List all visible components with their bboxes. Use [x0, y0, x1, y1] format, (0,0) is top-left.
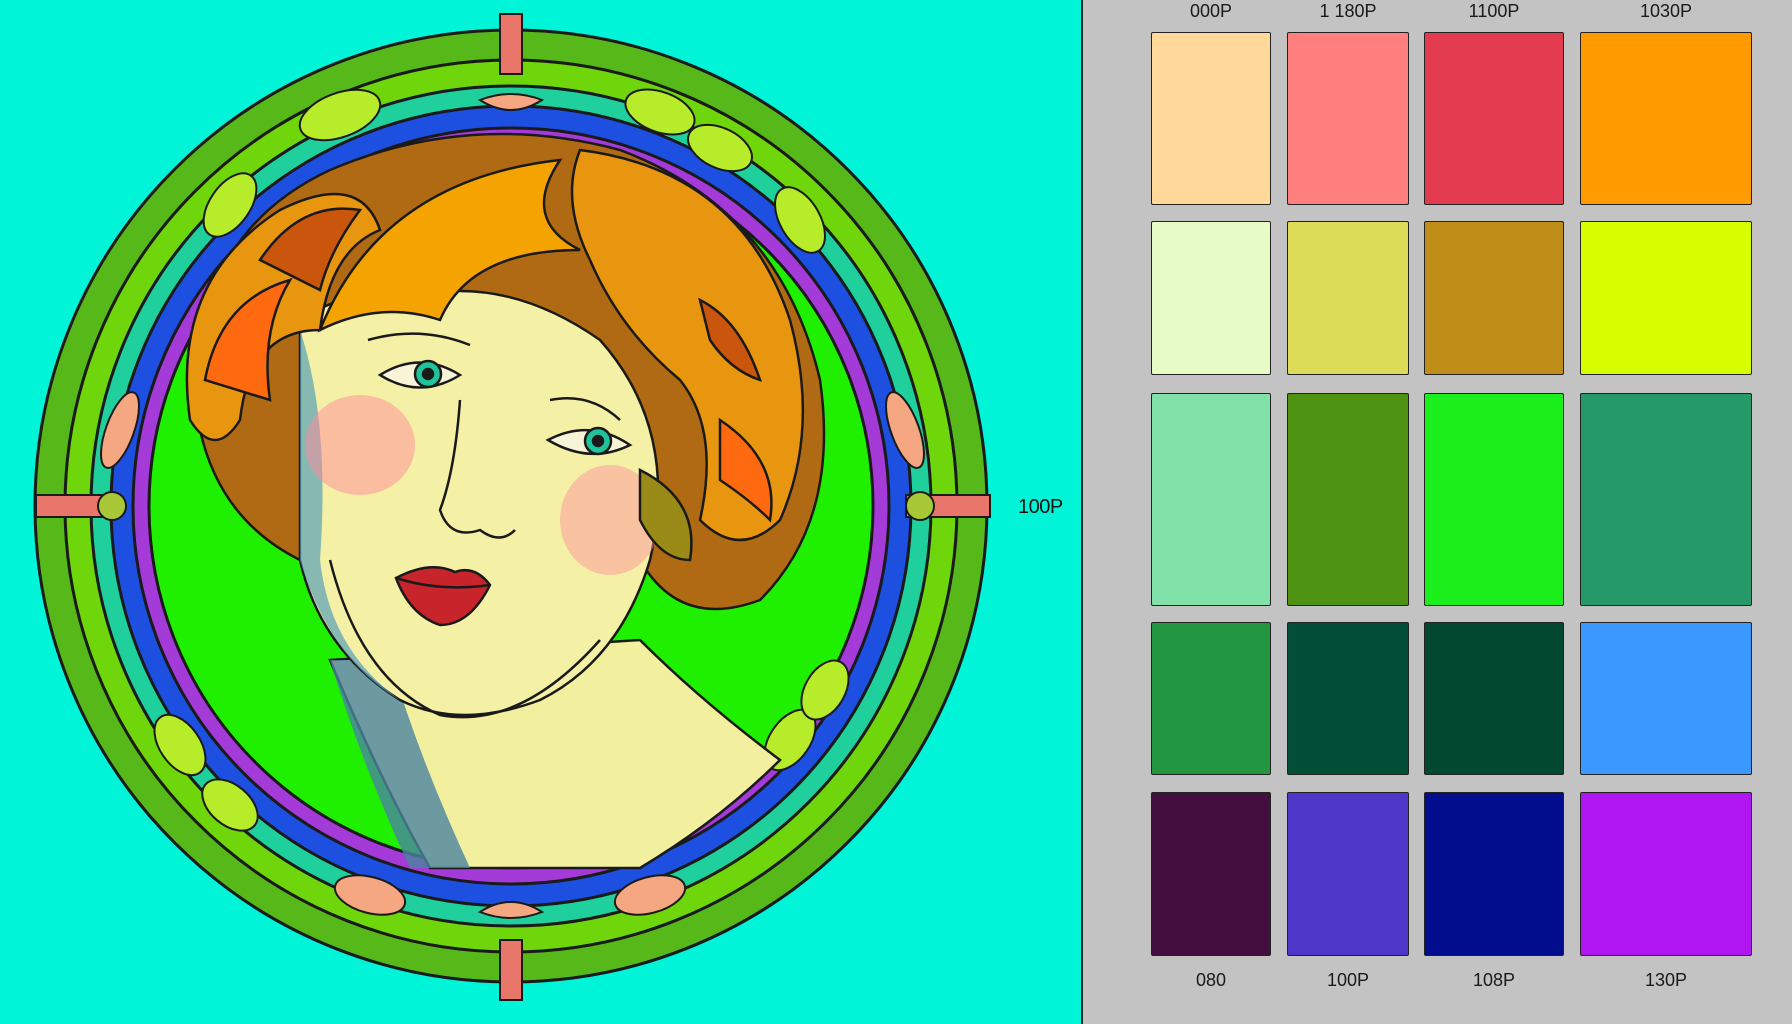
- column-label-bottom: 080: [1195, 970, 1227, 990]
- column-label-top: 000P: [1189, 1, 1233, 21]
- color-swatch[interactable]: [1580, 32, 1752, 205]
- color-swatch[interactable]: [1151, 622, 1271, 775]
- column-label-bottom: 108P: [1472, 970, 1516, 990]
- column-label-top: 1030P: [1639, 1, 1693, 21]
- color-swatch[interactable]: [1151, 393, 1271, 606]
- color-swatch[interactable]: [1151, 792, 1271, 956]
- color-swatch[interactable]: [1424, 792, 1564, 956]
- color-swatch[interactable]: [1424, 622, 1564, 775]
- color-swatch[interactable]: [1580, 622, 1752, 775]
- color-swatch[interactable]: [1424, 221, 1564, 375]
- column-label-top: 1 180P: [1319, 1, 1377, 21]
- color-swatch[interactable]: [1424, 393, 1564, 606]
- portrait-medallion: [33, 13, 991, 1001]
- color-swatch[interactable]: [1151, 221, 1271, 375]
- color-swatch[interactable]: [1287, 221, 1409, 375]
- color-swatch[interactable]: [1287, 622, 1409, 775]
- column-label-top: 1100P: [1468, 1, 1520, 21]
- illustration-canvas: 100P: [0, 0, 1081, 1024]
- color-palette-panel: 000P 1 180P 1100P 1030P 080 100P 108P 130P: [1083, 0, 1792, 1024]
- column-label-bottom: 130P: [1644, 970, 1688, 990]
- color-swatch[interactable]: [1287, 32, 1409, 205]
- color-swatch[interactable]: [1580, 393, 1752, 606]
- side-label: 100P: [1018, 496, 1063, 518]
- color-swatch[interactable]: [1287, 393, 1409, 606]
- color-swatch[interactable]: [1287, 792, 1409, 956]
- color-swatch[interactable]: [1580, 792, 1752, 956]
- color-swatch[interactable]: [1580, 221, 1752, 375]
- column-label-bottom: 100P: [1326, 970, 1370, 990]
- color-swatch[interactable]: [1424, 32, 1564, 205]
- color-swatch[interactable]: [1151, 32, 1271, 205]
